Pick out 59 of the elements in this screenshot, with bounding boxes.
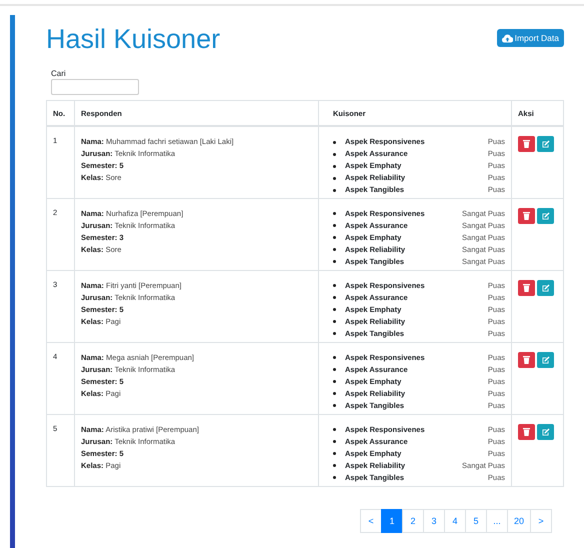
bullet-icon	[333, 332, 336, 335]
bullet-icon	[333, 308, 336, 311]
trash-icon	[523, 356, 530, 364]
bullet-icon	[333, 212, 336, 215]
edit-button[interactable]	[537, 280, 554, 296]
bullet-icon	[333, 248, 336, 251]
edit-icon	[542, 356, 550, 364]
edit-icon	[542, 212, 550, 220]
import-button[interactable]: Import Data	[496, 29, 564, 47]
delete-button[interactable]	[518, 280, 535, 296]
page-link[interactable]: 3	[422, 508, 445, 532]
bullet-icon	[333, 236, 336, 239]
trash-icon	[523, 140, 530, 148]
bullet-icon	[333, 224, 336, 227]
bullet-icon	[333, 152, 336, 156]
page-link[interactable]: 2	[402, 508, 424, 532]
bullet-icon	[333, 284, 336, 287]
bullet-icon	[333, 452, 336, 455]
page-link[interactable]: <	[360, 508, 382, 532]
bullet-icon	[333, 440, 336, 443]
bullet-icon	[333, 320, 336, 323]
trash-icon	[523, 428, 530, 436]
trash-icon	[523, 212, 530, 220]
search-field[interactable]	[51, 79, 139, 95]
delete-button[interactable]	[518, 136, 535, 152]
bullet-icon	[333, 260, 336, 263]
page-link[interactable]: ...	[486, 508, 508, 532]
delete-button[interactable]	[518, 352, 535, 368]
delete-button[interactable]	[518, 208, 535, 224]
bullet-icon	[333, 176, 336, 180]
page-link[interactable]: >	[530, 508, 552, 532]
bullet-icon	[333, 392, 336, 395]
bullet-icon	[333, 428, 336, 431]
edit-button[interactable]	[537, 352, 554, 368]
edit-icon	[542, 284, 550, 292]
bullet-icon	[333, 356, 336, 359]
bullet-icon	[333, 140, 336, 144]
page-title: Hasil Kuisoner	[46, 23, 220, 56]
trash-icon	[523, 284, 530, 292]
bullet-icon	[333, 188, 336, 192]
edit-icon	[542, 428, 550, 436]
bullet-icon	[333, 476, 336, 479]
edit-button[interactable]	[537, 136, 554, 152]
edit-button[interactable]	[537, 424, 554, 440]
bullet-icon	[333, 380, 336, 383]
page-link[interactable]: 4	[444, 508, 466, 532]
bullet-icon	[333, 296, 336, 299]
edit-button[interactable]	[537, 208, 554, 224]
delete-button[interactable]	[518, 424, 535, 440]
edit-icon	[542, 140, 550, 148]
page-link[interactable]: 1	[380, 508, 403, 532]
page-link[interactable]: 5	[464, 508, 487, 532]
page-link[interactable]: 20	[506, 508, 531, 532]
cloud-upload-icon	[502, 34, 513, 42]
bullet-icon	[333, 164, 336, 168]
bullet-icon	[333, 464, 336, 467]
search-label: Cari	[51, 69, 67, 78]
bullet-icon	[333, 368, 336, 371]
bullet-icon	[333, 404, 336, 407]
